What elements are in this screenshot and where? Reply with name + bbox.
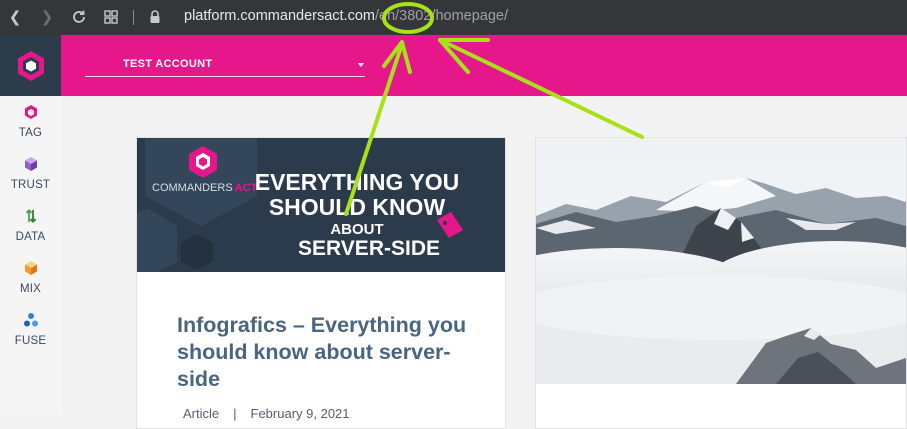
meta-divider: | bbox=[233, 406, 237, 421]
sidebar-item-label: TAG bbox=[18, 127, 43, 139]
banner-headline-4: SERVER-SIDE bbox=[298, 237, 440, 260]
homepage-content: COMMANDERS ACT EVERYTHING YOU SHOULD KNOW… bbox=[61, 96, 907, 429]
mix-cube-icon bbox=[24, 261, 37, 275]
banner-brand-prefix: COMMANDERS bbox=[152, 182, 233, 194]
tag-hexagon-icon bbox=[24, 105, 37, 119]
trust-cube-icon bbox=[24, 157, 37, 171]
article-card[interactable]: COMMANDERS ACT EVERYTHING YOU SHOULD KNOW… bbox=[136, 137, 506, 429]
commanders-act-logo[interactable] bbox=[0, 35, 61, 96]
account-name: TEST ACCOUNT bbox=[123, 58, 213, 70]
image-card[interactable] bbox=[535, 137, 907, 429]
browser-toolbar: ❮ ❯ platform.commandersact.com/en/3802/h… bbox=[0, 0, 907, 35]
sidebar-item-data[interactable]: DATA bbox=[0, 208, 61, 243]
banner-headline-1: EVERYTHING YOU bbox=[255, 169, 459, 195]
sidebar-item-label: FUSE bbox=[14, 335, 47, 347]
banner-brand: COMMANDERS ACT bbox=[152, 182, 258, 194]
banner-graphic: COMMANDERS ACT EVERYTHING YOU SHOULD KNOW… bbox=[137, 138, 505, 272]
top-bar: TEST ACCOUNT bbox=[61, 35, 907, 96]
fuse-nodes-icon bbox=[23, 313, 38, 327]
address-bar[interactable]: platform.commandersact.com/en/3802/homep… bbox=[184, 8, 508, 24]
article-title[interactable]: Infografics – Everything you should know… bbox=[177, 312, 477, 393]
article-banner[interactable]: COMMANDERS ACT EVERYTHING YOU SHOULD KNOW… bbox=[137, 138, 505, 272]
data-arrows-icon bbox=[25, 209, 36, 223]
article-meta: Article | February 9, 2021 bbox=[183, 406, 350, 421]
app-sidebar: TAG TRUST DATA MIX FUSE bbox=[0, 35, 62, 415]
lock-icon[interactable] bbox=[148, 9, 162, 25]
account-selector[interactable]: TEST ACCOUNT bbox=[85, 51, 365, 77]
sidebar-item-label: DATA bbox=[15, 231, 46, 243]
url-path: /en/3802/homepage/ bbox=[374, 8, 509, 24]
forward-icon[interactable]: ❯ bbox=[36, 6, 58, 28]
banner-headline-3: ABOUT bbox=[330, 221, 383, 238]
url-host: platform.commandersact.com bbox=[184, 8, 375, 24]
banner-headline-2: SHOULD KNOW bbox=[269, 194, 446, 220]
sidebar-item-trust[interactable]: TRUST bbox=[0, 156, 61, 191]
tab-grid-icon[interactable] bbox=[100, 6, 122, 28]
caret-down-icon bbox=[358, 63, 364, 67]
sidebar-item-fuse[interactable]: FUSE bbox=[0, 312, 61, 347]
back-icon[interactable]: ❮ bbox=[4, 6, 26, 28]
sidebar-item-label: MIX bbox=[19, 283, 42, 295]
sidebar-item-mix[interactable]: MIX bbox=[0, 260, 61, 295]
sidebar-item-label: TRUST bbox=[10, 179, 51, 191]
toolbar-separator bbox=[133, 10, 134, 25]
article-category[interactable]: Article bbox=[183, 406, 219, 421]
reload-icon[interactable] bbox=[68, 6, 90, 28]
sidebar-item-tag[interactable]: TAG bbox=[0, 104, 61, 139]
article-date: February 9, 2021 bbox=[250, 406, 350, 421]
mountain-photo[interactable] bbox=[536, 138, 906, 384]
